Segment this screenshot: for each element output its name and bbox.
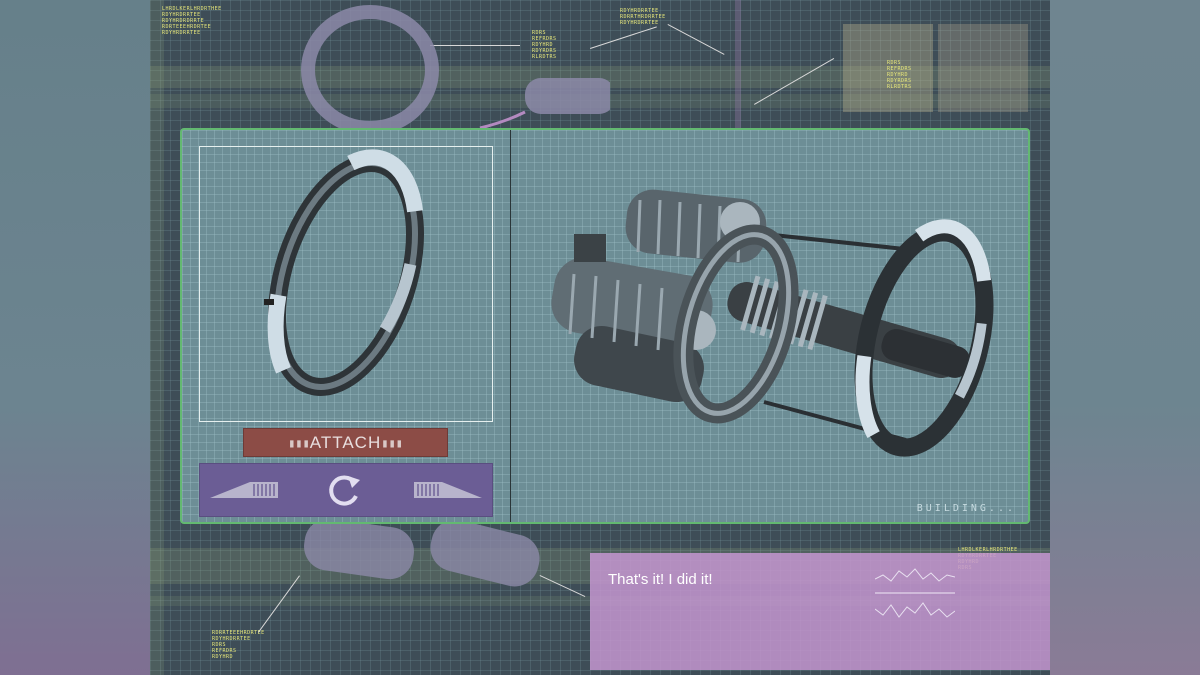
left-arrow-icon[interactable] [210, 480, 278, 500]
decorative-text: RDYHRDRRTEE RDRRTHRDRRTEE RDYHRDRRTEE [620, 8, 666, 26]
machine-assembly [551, 189, 994, 457]
right-background-panel [1050, 0, 1200, 675]
decorative-text: RDRRTEEEHRDRTEE RDYHRDRRTEE RDRS REFRDRS… [212, 630, 265, 660]
part-preview [199, 146, 493, 422]
decorative-bars: ▮▮▮ [288, 435, 310, 450]
dialogue-text: That's it! I did it! [608, 571, 713, 588]
status-text: BUILDING... [916, 503, 1016, 514]
background-silhouettes [301, 5, 610, 135]
dialogue-box[interactable]: That's it! I did it! [590, 553, 1050, 670]
decorative-bars: ▮▮▮ [381, 435, 403, 450]
attach-button[interactable]: ▮▮▮ ATTACH ▮▮▮ [243, 428, 448, 457]
decorative-text: LHRDLKERLHRDRTHEE RDYHRDRRTEE RDYHRDRDRR… [162, 6, 222, 36]
decorative-graph [875, 568, 955, 618]
panel-divider [510, 130, 511, 522]
game-screen: LHRDLKERLHRDRTHEE RDYHRDRRTEE RDYHRDRDRR… [150, 0, 1050, 675]
ring-part[interactable] [200, 147, 492, 421]
background-band [150, 0, 164, 675]
decorative-text: RDRS REFRDRS RDYHRD RDYRDRS RLRDTRS [887, 60, 912, 90]
background-band [735, 0, 741, 130]
left-background-panel [0, 0, 150, 675]
assembly-view [514, 134, 1026, 520]
background-silhouettes [304, 518, 540, 587]
pointer-line [667, 24, 725, 55]
control-bar [199, 463, 493, 517]
attach-label: ATTACH [309, 432, 382, 452]
rotate-icon[interactable] [324, 472, 364, 510]
right-arrow-icon[interactable] [414, 480, 482, 500]
background-panel [938, 24, 1028, 112]
assembly-window: ▮▮▮ ATTACH ▮▮▮ BUILDING... [180, 128, 1030, 524]
